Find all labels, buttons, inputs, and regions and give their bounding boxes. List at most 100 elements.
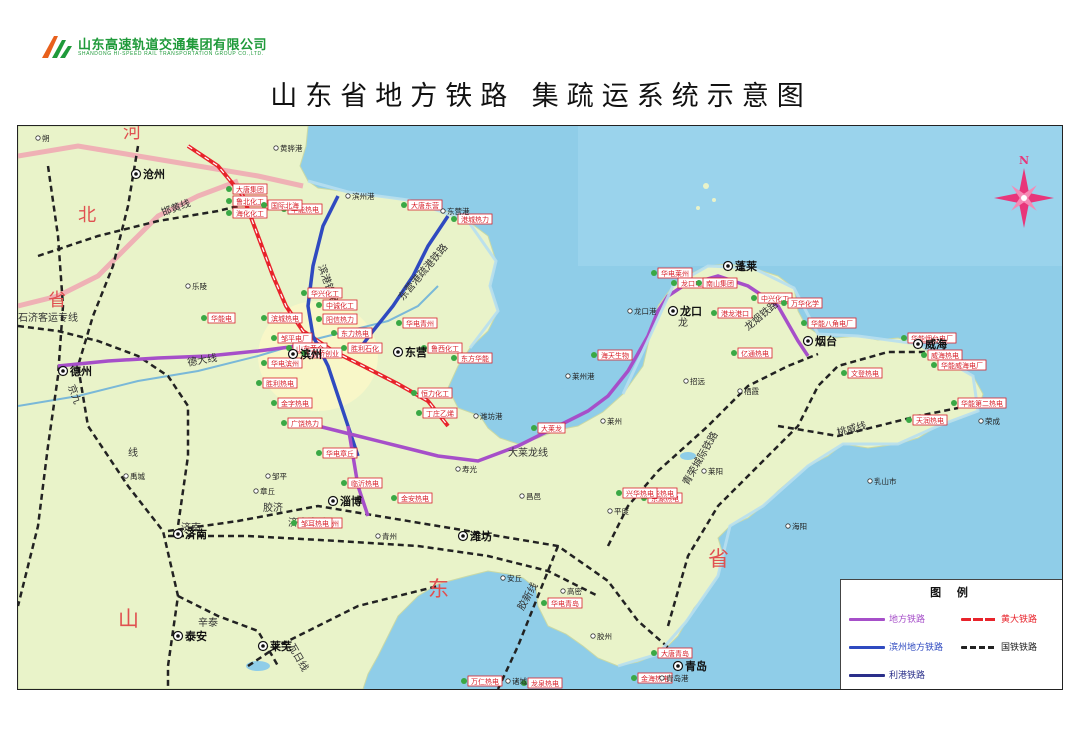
enterprise-tag-label: 胜利石化 — [351, 344, 379, 353]
enterprise-tag-label: 大唐东营 — [411, 201, 439, 210]
town-name: 滨州港 — [352, 191, 375, 201]
sea-deep — [578, 126, 1062, 266]
enterprise-dot-icon — [256, 380, 262, 386]
enterprise-dot-icon — [751, 295, 757, 301]
enterprise-tag-label: 威海热电 — [931, 351, 959, 360]
enterprise-tag-label: 文登热电 — [851, 369, 879, 378]
enterprise-tag-label: 丁庄乙烯 — [426, 409, 454, 418]
enterprise-dot-icon — [411, 390, 417, 396]
town-dot-icon — [683, 378, 689, 384]
legend-swatch-binzhou-rail — [849, 646, 885, 649]
enterprise-tag-label: 华能电 — [211, 314, 232, 323]
city-name: 滨州 — [300, 347, 322, 361]
town-name: 莱阳 — [708, 466, 723, 476]
city-marker[interactable]: 潍坊 — [457, 529, 493, 543]
enterprise-tag-label: 大唐青岛 — [661, 649, 689, 658]
city-marker[interactable]: 蓬莱 — [722, 259, 758, 273]
town-dot-icon — [455, 466, 461, 472]
city-marker[interactable]: 泰安 — [172, 629, 208, 643]
enterprise-tag-label: 临沂热电 — [351, 479, 379, 488]
enterprise-tag-label: 华电滨州 — [271, 359, 299, 368]
city-marker[interactable]: 济南 — [172, 527, 208, 541]
enterprise-tag-label: 邹平电厂 — [281, 334, 309, 343]
city-marker[interactable]: 沧州 — [130, 167, 166, 181]
enterprise-tag-label: 金安热电 — [401, 494, 429, 503]
region-label: 省 — [708, 547, 729, 571]
town-name: 胶州 — [597, 631, 612, 641]
island-2 — [712, 198, 716, 202]
town-dot-icon — [375, 533, 381, 539]
enterprise-tag-label: 鲁西化工 — [431, 344, 459, 353]
region-label: 山 — [118, 607, 139, 631]
enterprise-dot-icon — [316, 302, 322, 308]
enterprise-dot-icon — [951, 400, 957, 406]
town-name: 龙口港 — [634, 306, 657, 316]
city-marker[interactable]: 青岛 — [672, 659, 708, 673]
enterprise-dot-icon — [401, 202, 407, 208]
city-marker[interactable]: 东营 — [392, 345, 428, 359]
logo-mark-icon — [42, 36, 72, 58]
enterprise-dot-icon — [631, 675, 637, 681]
town-name: 潍坊港 — [480, 411, 503, 421]
enterprise-dot-icon — [801, 320, 807, 326]
enterprise-tag-label: 海化化工 — [236, 209, 264, 218]
city-marker[interactable]: 龙口 — [667, 304, 703, 318]
enterprise-dot-icon — [261, 315, 267, 321]
town-name: 章丘 — [260, 486, 275, 496]
region-label: 省 — [48, 290, 66, 311]
city-name: 潍坊 — [470, 529, 492, 543]
town-name: 寿光 — [462, 464, 477, 474]
town-name: 乳山市 — [874, 476, 897, 486]
city-marker[interactable]: 莱芜 — [257, 639, 293, 653]
enterprise-tag-label: 华电青州 — [406, 319, 434, 328]
enterprise-tag-label: 华兴化工 — [311, 289, 339, 298]
town-name: 乐陵 — [192, 281, 207, 291]
town-dot-icon — [659, 675, 665, 681]
town-dot-icon — [273, 145, 279, 151]
town-name: 莱州港 — [572, 371, 595, 381]
region-label: 东 — [428, 577, 449, 601]
town-name: 高密 — [567, 586, 582, 596]
enterprise-dot-icon — [531, 425, 537, 431]
city-marker[interactable]: 威海 — [912, 337, 948, 351]
town-dot-icon — [253, 488, 259, 494]
enterprise-tag-label: 天润热电 — [916, 416, 944, 425]
enterprise-dot-icon — [616, 490, 622, 496]
enterprise-tag-label: 东方华能 — [461, 354, 489, 363]
town-dot-icon — [519, 493, 525, 499]
enterprise-dot-icon — [261, 202, 267, 208]
enterprise-dot-icon — [541, 600, 547, 606]
town-name: 安丘 — [507, 573, 522, 583]
town-dot-icon — [590, 633, 596, 639]
city-marker[interactable]: 滨州 — [287, 347, 323, 361]
enterprise-tag-label: 金海热电 — [641, 674, 669, 683]
town-dot-icon — [701, 468, 707, 474]
enterprise-tag-label: 华能八角电厂 — [811, 319, 853, 328]
enterprise-tag-label: 国际北海 — [271, 201, 299, 210]
enterprise-tag-label: 恒力化工 — [421, 389, 449, 398]
region-label: 北 — [78, 205, 96, 226]
enterprise-dot-icon — [901, 335, 907, 341]
map-frame[interactable]: 河北省山东省 邯黄线石济客运专线济南胶济济青高速京九线胶新线瓦日线辛泰青荣城际铁… — [17, 125, 1063, 690]
enterprise-dot-icon — [261, 360, 267, 366]
enterprise-dot-icon — [651, 650, 657, 656]
enterprise-dot-icon — [921, 352, 927, 358]
town-dot-icon — [607, 508, 613, 514]
enterprise-dot-icon — [291, 520, 297, 526]
town-name: 招远 — [690, 376, 705, 386]
enterprise-tag: 华能第二热电 — [951, 397, 1007, 409]
enterprise-dot-icon — [711, 310, 717, 316]
enterprise-dot-icon — [696, 280, 702, 286]
enterprise-tag-label: 广饶热力 — [291, 419, 319, 428]
enterprise-dot-icon — [226, 186, 232, 192]
city-marker[interactable]: 德州 — [57, 364, 93, 378]
city-marker[interactable]: 淄博 — [327, 494, 363, 508]
city-marker[interactable]: 烟台 — [802, 334, 838, 348]
city-name: 龙口 — [679, 304, 702, 318]
legend-title: 图 例 — [930, 586, 974, 599]
enterprise-tag-label: 华电莱州 — [661, 269, 689, 278]
town-dot-icon — [978, 418, 984, 424]
enterprise-dot-icon — [931, 362, 937, 368]
city-name: 淄博 — [340, 494, 362, 508]
city-name: 沧州 — [143, 167, 165, 181]
